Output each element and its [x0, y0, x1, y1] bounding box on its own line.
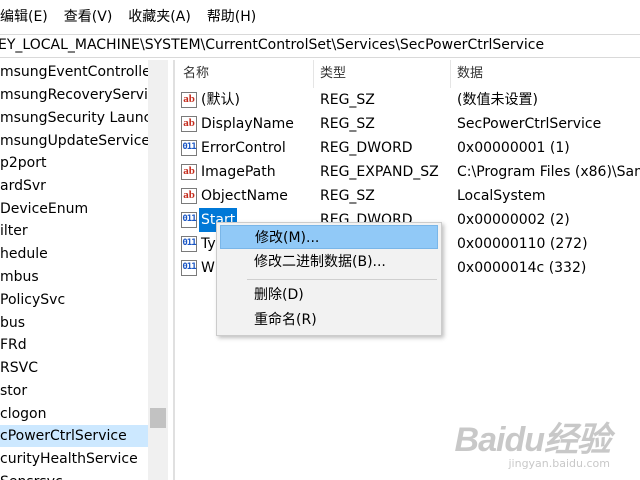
context-menu: 修改(M)... 修改二进制数据(B)... 删除(D) 重命名(R): [216, 222, 442, 336]
value-name: ErrorControl: [201, 140, 286, 156]
tree-item[interactable]: bus: [0, 312, 25, 334]
binary-value-icon: 011: [181, 140, 197, 156]
menu-favorites[interactable]: 收藏夹(A): [120, 5, 199, 29]
value-name: ObjectName: [201, 188, 288, 204]
value-data: C:\Program Files (x86)\Sams: [457, 164, 640, 180]
tree-item[interactable]: curityHealthService: [0, 448, 138, 470]
watermark-logo: Baidu经验: [454, 421, 611, 459]
tree-item[interactable]: DeviceEnum: [0, 198, 88, 220]
menu-view[interactable]: 查看(V): [56, 5, 121, 29]
value-name: DisplayName: [201, 116, 294, 132]
string-value-icon: ab: [181, 92, 197, 108]
value-name: ImagePath: [201, 164, 276, 180]
value-type: REG_EXPAND_SZ: [320, 164, 439, 180]
tree-item[interactable]: msungUpdateService: [0, 130, 150, 152]
column-header-data[interactable]: 数据: [449, 60, 639, 88]
tree-item[interactable]: stor: [0, 380, 27, 402]
tree-item[interactable]: hedule: [0, 243, 48, 265]
column-header-name[interactable]: 名称: [175, 60, 313, 88]
rename-menu-item[interactable]: 重命名(R): [220, 308, 438, 332]
tree-item[interactable]: msungSecurity Launche: [0, 107, 168, 129]
menu-bar: 编辑(E) 查看(V) 收藏夹(A) 帮助(H): [0, 0, 640, 34]
tree-item[interactable]: PolicySvc: [0, 289, 65, 311]
tree-item[interactable]: ardSvr: [0, 175, 46, 197]
value-data: 0x00000110 (272): [457, 236, 588, 252]
column-header-type[interactable]: 类型: [312, 60, 450, 88]
tree-item[interactable]: RSVC: [0, 357, 38, 379]
address-bar[interactable]: EY_LOCAL_MACHINE\SYSTEM\CurrentControlSe…: [0, 34, 640, 58]
value-name: W: [201, 260, 215, 276]
binary-value-icon: 011: [181, 260, 197, 276]
tree-item[interactable]: mbus: [0, 266, 39, 288]
value-type: REG_DWORD: [320, 140, 413, 156]
string-value-icon: ab: [181, 164, 197, 180]
value-row[interactable]: ab ObjectName REG_SZ LocalSystem: [175, 184, 640, 208]
tree-scrollbar[interactable]: [148, 60, 168, 480]
delete-menu-item[interactable]: 删除(D): [220, 283, 438, 307]
string-value-icon: ab: [181, 188, 197, 204]
key-tree: msungEventController msungRecoveryServic…: [0, 60, 168, 480]
menu-separator: [247, 279, 437, 280]
tree-item[interactable]: msungRecoveryService: [0, 84, 164, 106]
binary-value-icon: 011: [181, 236, 197, 252]
tree-item[interactable]: FRd: [0, 334, 27, 356]
value-data: SecPowerCtrlService: [457, 116, 602, 132]
tree-item[interactable]: ilter: [0, 220, 28, 242]
modify-menu-item[interactable]: 修改(M)...: [220, 225, 438, 249]
tree-item[interactable]: clogon: [0, 403, 46, 425]
tree-item[interactable]: p2port: [0, 152, 47, 174]
tree-item[interactable]: msungEventController: [0, 61, 157, 83]
baidu-watermark: Baidu经验 jingyan.baidu.com: [454, 412, 611, 470]
tree-item[interactable]: Sensrsvc: [0, 471, 63, 480]
value-data: 0x0000014c (332): [457, 260, 587, 276]
value-type: REG_SZ: [320, 116, 375, 132]
string-value-icon: ab: [181, 116, 197, 132]
value-type: REG_SZ: [320, 188, 375, 204]
value-data: LocalSystem: [457, 188, 546, 204]
value-data: 0x00000002 (2): [457, 212, 570, 228]
value-row[interactable]: ab (默认) REG_SZ (数值未设置): [175, 88, 640, 112]
value-data: (数值未设置): [457, 92, 538, 108]
value-row[interactable]: 011 ErrorControl REG_DWORD 0x00000001 (1…: [175, 136, 640, 160]
value-row[interactable]: ab ImagePath REG_EXPAND_SZ C:\Program Fi…: [175, 160, 640, 184]
modify-binary-menu-item[interactable]: 修改二进制数据(B)...: [220, 250, 438, 274]
menu-edit[interactable]: 编辑(E): [0, 5, 56, 29]
tree-item-selected[interactable]: cPowerCtrlService: [0, 425, 148, 447]
tree-scrollbar-thumb[interactable]: [150, 408, 166, 428]
binary-value-icon: 011: [181, 212, 197, 228]
value-row[interactable]: ab DisplayName REG_SZ SecPowerCtrlServic…: [175, 112, 640, 136]
menu-help[interactable]: 帮助(H): [199, 5, 264, 29]
address-path[interactable]: EY_LOCAL_MACHINE\SYSTEM\CurrentControlSe…: [0, 37, 544, 53]
value-name: Ty: [201, 236, 216, 252]
value-data: 0x00000001 (1): [457, 140, 570, 156]
value-name: (默认): [201, 92, 240, 108]
value-type: REG_SZ: [320, 92, 375, 108]
